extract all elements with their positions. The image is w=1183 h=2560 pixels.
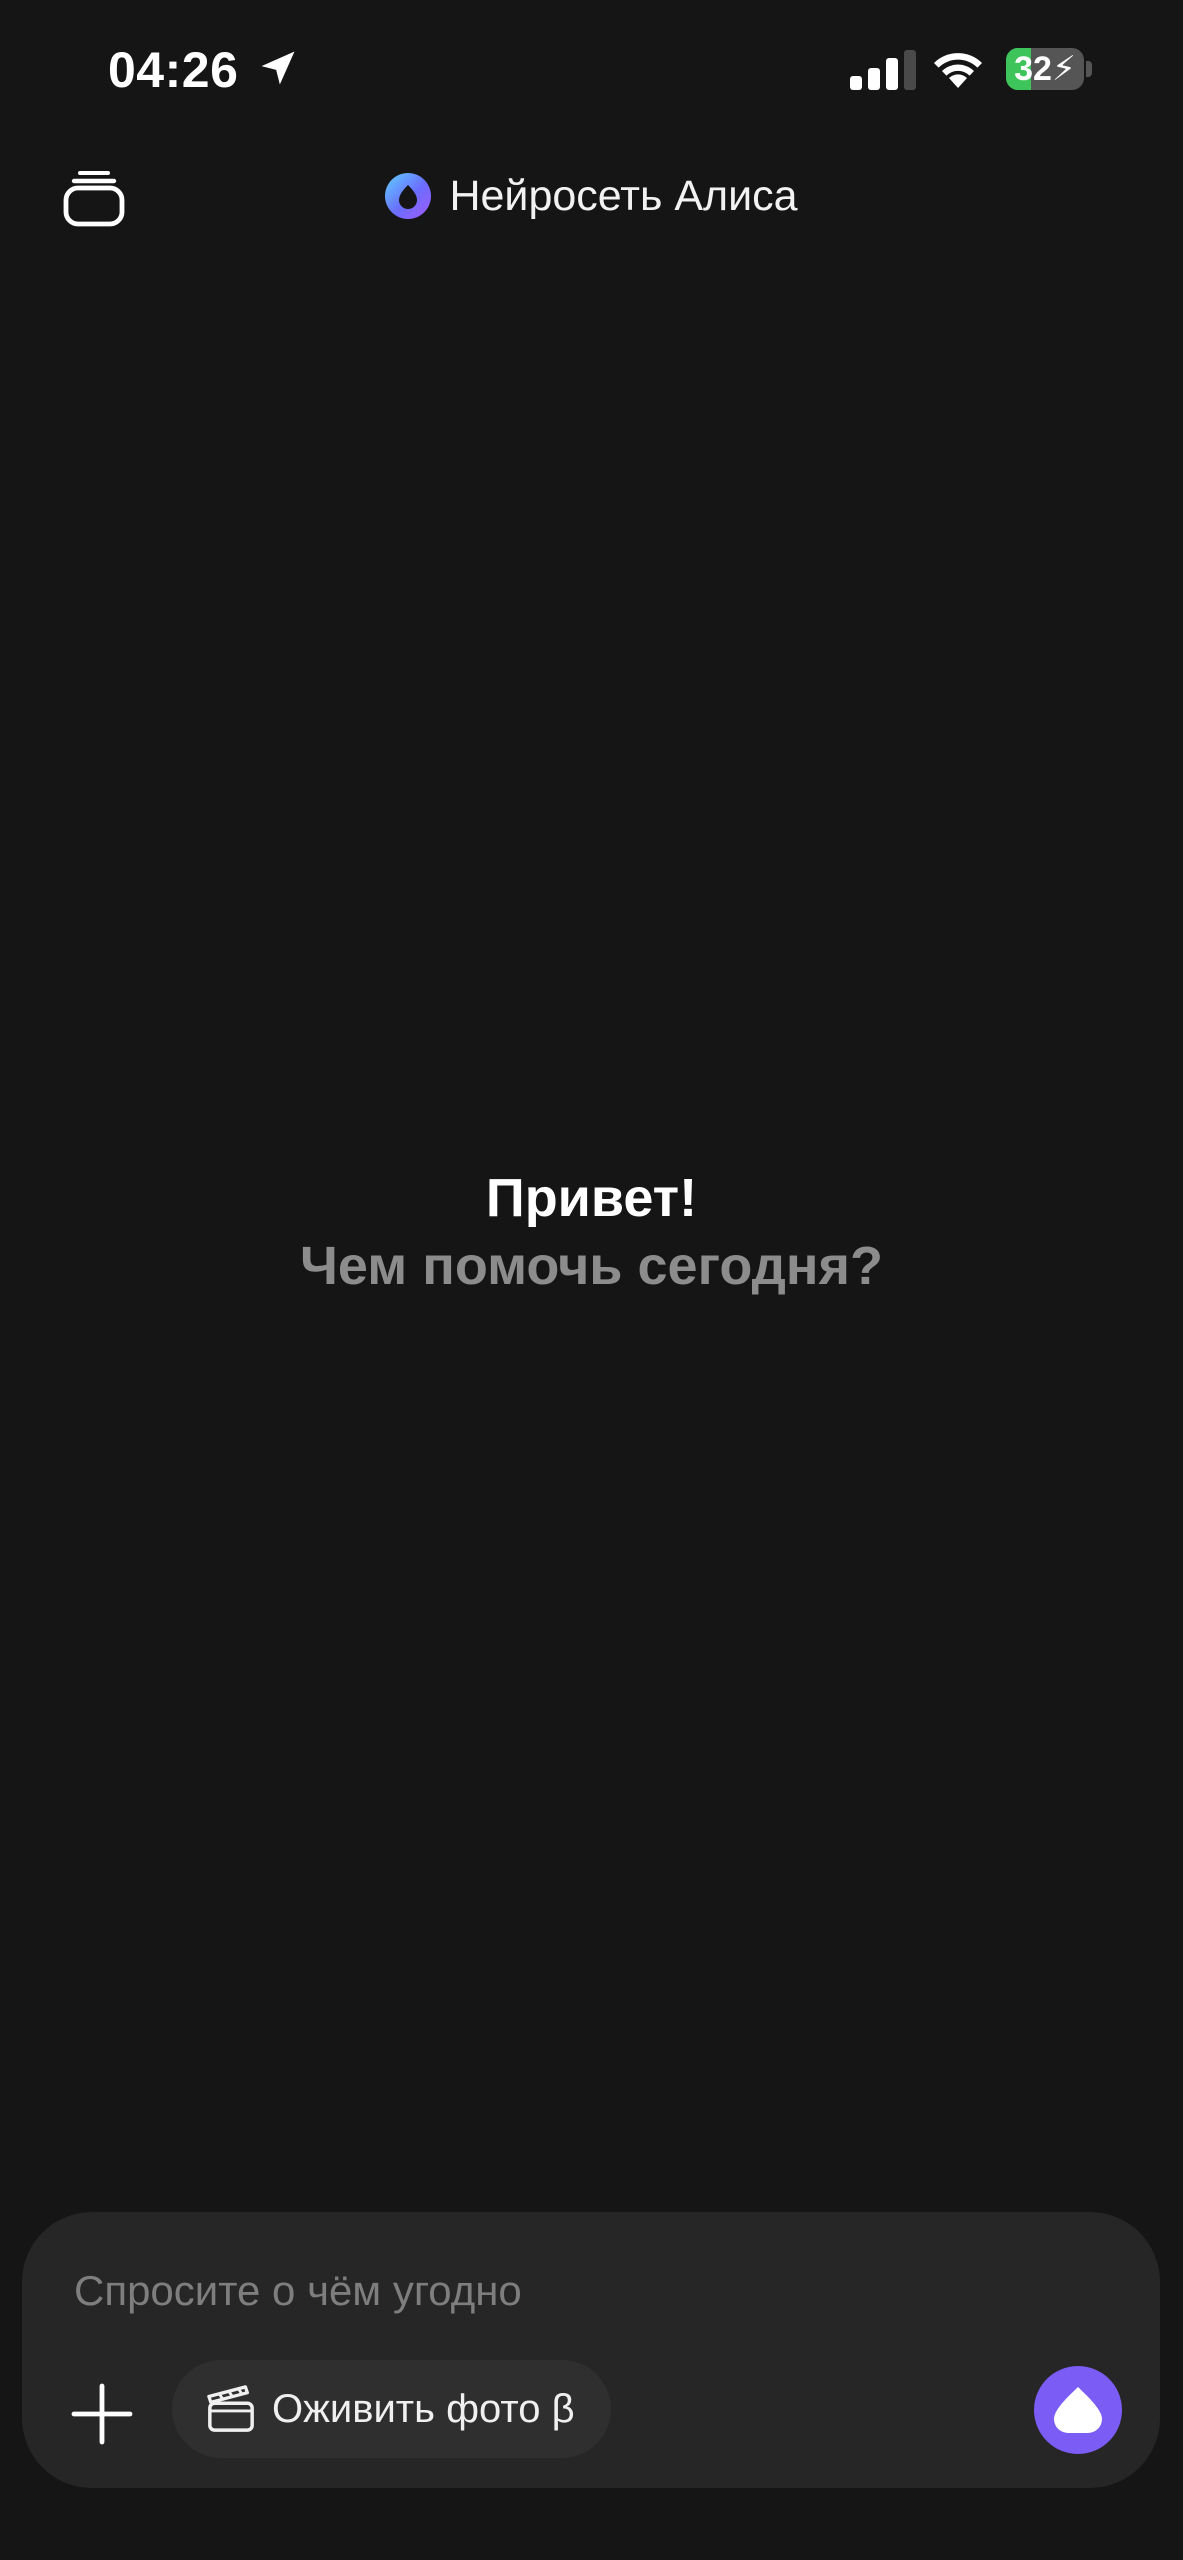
plus-icon[interactable] [70, 2382, 134, 2446]
battery-level-value: 32 [1014, 50, 1052, 88]
alice-logo-icon [385, 173, 432, 219]
battery-tip [1086, 61, 1092, 77]
greeting-subtitle: Чем помочь сегодня? [299, 1236, 884, 1296]
message-input[interactable] [72, 2252, 1036, 2330]
battery-level: 32⚡ [1006, 48, 1084, 90]
status-bar: 04:26 32⚡ [0, 0, 1183, 140]
message-composer: Оживить фото β [22, 2212, 1160, 2488]
cellular-signal-icon [850, 50, 916, 90]
alice-voice-icon [1054, 2387, 1102, 2433]
charging-bolt-icon: ⚡ [1051, 50, 1076, 88]
wifi-icon [934, 53, 982, 88]
header: Нейросеть Алиса [0, 160, 1183, 232]
animate-photo-button[interactable]: Оживить фото β [172, 2360, 611, 2458]
animate-photo-label: Оживить фото β [272, 2386, 575, 2431]
battery-icon: 32⚡ [1006, 48, 1094, 90]
location-arrow-icon [261, 51, 295, 85]
battery-body: 32⚡ [1006, 48, 1084, 90]
page-title: Нейросеть Алиса [449, 171, 798, 220]
clapperboard-icon [207, 2385, 254, 2432]
status-time: 04:26 [108, 42, 239, 98]
alice-voice-button[interactable] [1034, 2366, 1122, 2454]
greeting: Привет! Чем помочь сегодня? [0, 1164, 1183, 1300]
greeting-title: Привет! [485, 1168, 698, 1228]
